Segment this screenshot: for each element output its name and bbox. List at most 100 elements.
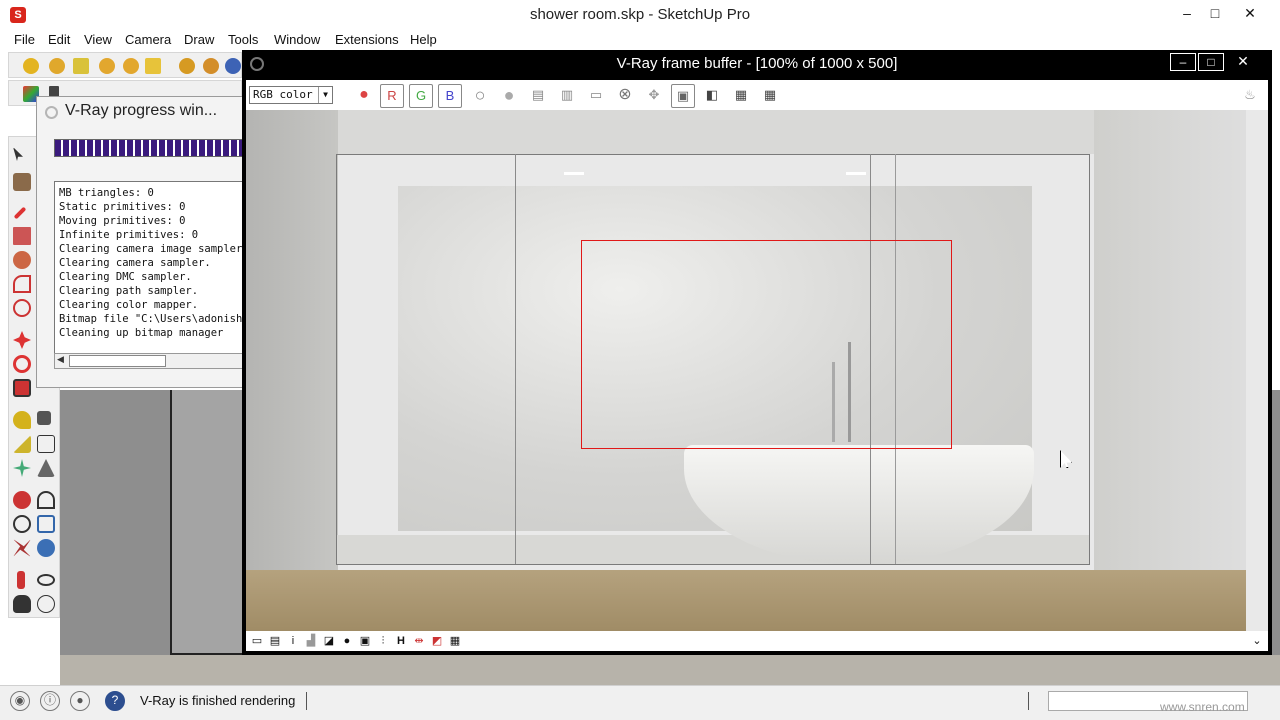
arc-tool-icon[interactable] (13, 275, 31, 293)
render-canvas[interactable] (246, 110, 1268, 631)
vfb-close-button[interactable]: ✕ (1230, 53, 1256, 71)
credits-icon[interactable]: ⓘ (40, 691, 60, 711)
close-button[interactable]: ✕ (1233, 2, 1267, 24)
menu-tools[interactable]: Tools (228, 32, 258, 47)
menu-help[interactable]: Help (410, 32, 437, 47)
help-icon[interactable]: ? (105, 691, 125, 711)
menu-camera[interactable]: Camera (125, 32, 171, 47)
zoom-window-icon[interactable] (37, 515, 55, 533)
position-camera-icon[interactable] (17, 571, 25, 589)
vray-frame-buffer: V-Ray frame buffer - [100% of 1000 x 500… (242, 50, 1272, 655)
look-around-icon[interactable] (37, 574, 55, 586)
log-line: Clearing path sampler. (59, 285, 199, 297)
red-channel-button[interactable]: R (380, 84, 404, 108)
glass-frame-top (336, 154, 1090, 155)
geo-location-icon[interactable]: ◉ (10, 691, 30, 711)
previous-view-icon[interactable] (37, 539, 55, 557)
text-tool-icon[interactable] (37, 435, 55, 453)
circle-tool-icon[interactable] (13, 251, 31, 269)
vfb-maximize-button[interactable]: □ (1198, 53, 1224, 71)
vray-ies-icon[interactable] (145, 58, 161, 74)
info-icon[interactable]: i (286, 634, 300, 648)
save-image-icon[interactable]: ▤ (526, 84, 550, 108)
move-tool-icon[interactable] (13, 331, 31, 349)
scroll-left-icon[interactable]: ◀ (57, 354, 64, 365)
lens-effects-icon[interactable]: ⇹ (412, 634, 426, 648)
log-line: Clearing camera image sampler. (59, 243, 244, 255)
green-channel-button[interactable]: G (409, 84, 433, 108)
scale-tool-icon[interactable] (13, 379, 31, 397)
pie-tool-icon[interactable] (13, 299, 31, 317)
menu-view[interactable]: View (84, 32, 112, 47)
color-channels-icon[interactable]: ● (352, 84, 376, 108)
exposure-icon[interactable]: ● (340, 634, 354, 648)
menu-file[interactable]: File (14, 32, 35, 47)
protractor-icon[interactable] (13, 435, 31, 453)
track-mouse-icon[interactable]: ✥ (642, 84, 666, 108)
menu-window[interactable]: Window (274, 32, 320, 47)
hue-sat-icon[interactable]: H (394, 634, 408, 648)
3d-text-icon[interactable] (37, 459, 55, 477)
paint-bucket-icon[interactable] (13, 173, 31, 191)
glass-frame-left (336, 154, 337, 564)
vray-omni-icon[interactable] (123, 58, 139, 74)
progress-bar (54, 139, 244, 157)
lut-icon[interactable]: ⫶ (376, 634, 390, 648)
chevron-down-icon[interactable]: ⌄ (1250, 634, 1264, 648)
user-account-icon[interactable]: ● (70, 691, 90, 711)
vray-options-icon[interactable] (203, 58, 219, 74)
log-line: MB triangles: 0 (59, 187, 154, 199)
save-all-icon[interactable]: ▥ (555, 84, 579, 108)
render-region-icon[interactable]: ▣ (671, 84, 695, 108)
zoom-extents-icon[interactable] (13, 539, 31, 557)
select-tool-icon[interactable] (13, 147, 23, 161)
dimension-tool-icon[interactable] (37, 411, 51, 425)
vfb-history-icon[interactable]: ▦ (729, 84, 753, 108)
teapot-render-icon[interactable]: ♨ (1238, 84, 1262, 108)
glass-frame-right (1089, 154, 1090, 564)
compare-ab-icon[interactable]: ◧ (700, 84, 724, 108)
channel-select[interactable]: RGB color ▼ (249, 86, 333, 104)
blue-channel-button[interactable]: B (438, 84, 462, 108)
horizontal-scrollbar[interactable]: ◀ (54, 353, 244, 369)
tape-measure-icon[interactable] (13, 411, 31, 429)
vray-dome-icon[interactable] (99, 58, 115, 74)
vfb-titlebar: V-Ray frame buffer - [100% of 1000 x 500… (242, 50, 1272, 78)
load-image-icon[interactable]: ▭ (584, 84, 608, 108)
zoom-tool-icon[interactable] (13, 515, 31, 533)
display-correction-icon[interactable]: ▭ (250, 634, 264, 648)
rectangle-tool-icon[interactable] (13, 227, 31, 245)
status-divider (1028, 692, 1029, 710)
grid-icon[interactable]: ▦ (448, 634, 462, 648)
walk-tool-icon[interactable] (13, 595, 31, 613)
menu-extensions[interactable]: Extensions (335, 32, 399, 47)
curve-icon[interactable]: ◪ (322, 634, 336, 648)
axes-tool-icon[interactable] (13, 459, 31, 477)
histogram-icon[interactable]: ▟ (304, 634, 318, 648)
render-last-icon[interactable]: ▦ (758, 84, 782, 108)
menu-draw[interactable]: Draw (184, 32, 214, 47)
pencil-tool-icon[interactable] (13, 206, 27, 220)
vfb-bottom-toolbar: ▭ ▤ i ▟ ◪ ● ▣ ⫶ H ⇹ ◩ ▦ ⌄ (246, 631, 1268, 651)
maximize-button[interactable]: □ (1198, 2, 1232, 24)
pan-tool-icon[interactable] (37, 491, 55, 509)
alpha-channel-icon[interactable]: ○ (468, 84, 492, 108)
vray-light-icon[interactable] (49, 58, 65, 74)
menu-edit[interactable]: Edit (48, 32, 70, 47)
vray-flag-icon[interactable] (73, 58, 89, 74)
render-region-box[interactable] (581, 240, 952, 449)
vfb-minimize-button[interactable]: – (1170, 53, 1196, 71)
mono-mode-icon[interactable]: ● (497, 84, 521, 108)
rotate-tool-icon[interactable] (13, 355, 31, 373)
vray-render-icon[interactable] (225, 58, 241, 74)
color-balance-icon[interactable]: ▣ (358, 634, 372, 648)
orbit-tool-icon[interactable] (13, 491, 31, 509)
scrollbar-thumb[interactable] (69, 355, 166, 367)
levels-icon[interactable]: ▤ (268, 634, 282, 648)
progress-log[interactable]: MB triangles: 0 Static primitives: 0 Mov… (54, 181, 244, 359)
section-plane-icon[interactable] (37, 595, 55, 613)
vray-material-icon[interactable] (179, 58, 195, 74)
vray-sphere-icon[interactable] (23, 58, 39, 74)
stamp-icon[interactable]: ◩ (430, 634, 444, 648)
clear-image-icon[interactable]: ⊗ (613, 84, 637, 108)
